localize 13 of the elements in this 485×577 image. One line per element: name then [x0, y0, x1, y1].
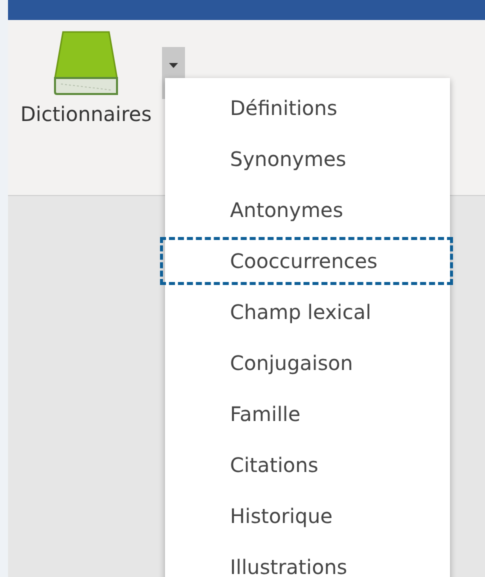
dictionaries-button[interactable]: Dictionnaires	[10, 30, 162, 124]
menu-item[interactable]: Synonymes	[160, 135, 453, 183]
caret-icon	[169, 63, 178, 68]
menu-item[interactable]: Illustrations	[160, 543, 453, 577]
menu-item[interactable]: Conjugaison	[160, 339, 453, 387]
menu-item[interactable]: Citations	[160, 441, 453, 489]
menu-item[interactable]: Champ lexical	[160, 288, 453, 336]
menu-item[interactable]: Historique	[160, 492, 453, 540]
menu-item[interactable]: Antonymes	[160, 186, 453, 234]
menu-item[interactable]: Famille	[160, 390, 453, 438]
menu-item[interactable]: Cooccurrences	[160, 237, 453, 285]
menu-item[interactable]: Définitions	[160, 84, 453, 132]
book-icon	[53, 30, 119, 98]
